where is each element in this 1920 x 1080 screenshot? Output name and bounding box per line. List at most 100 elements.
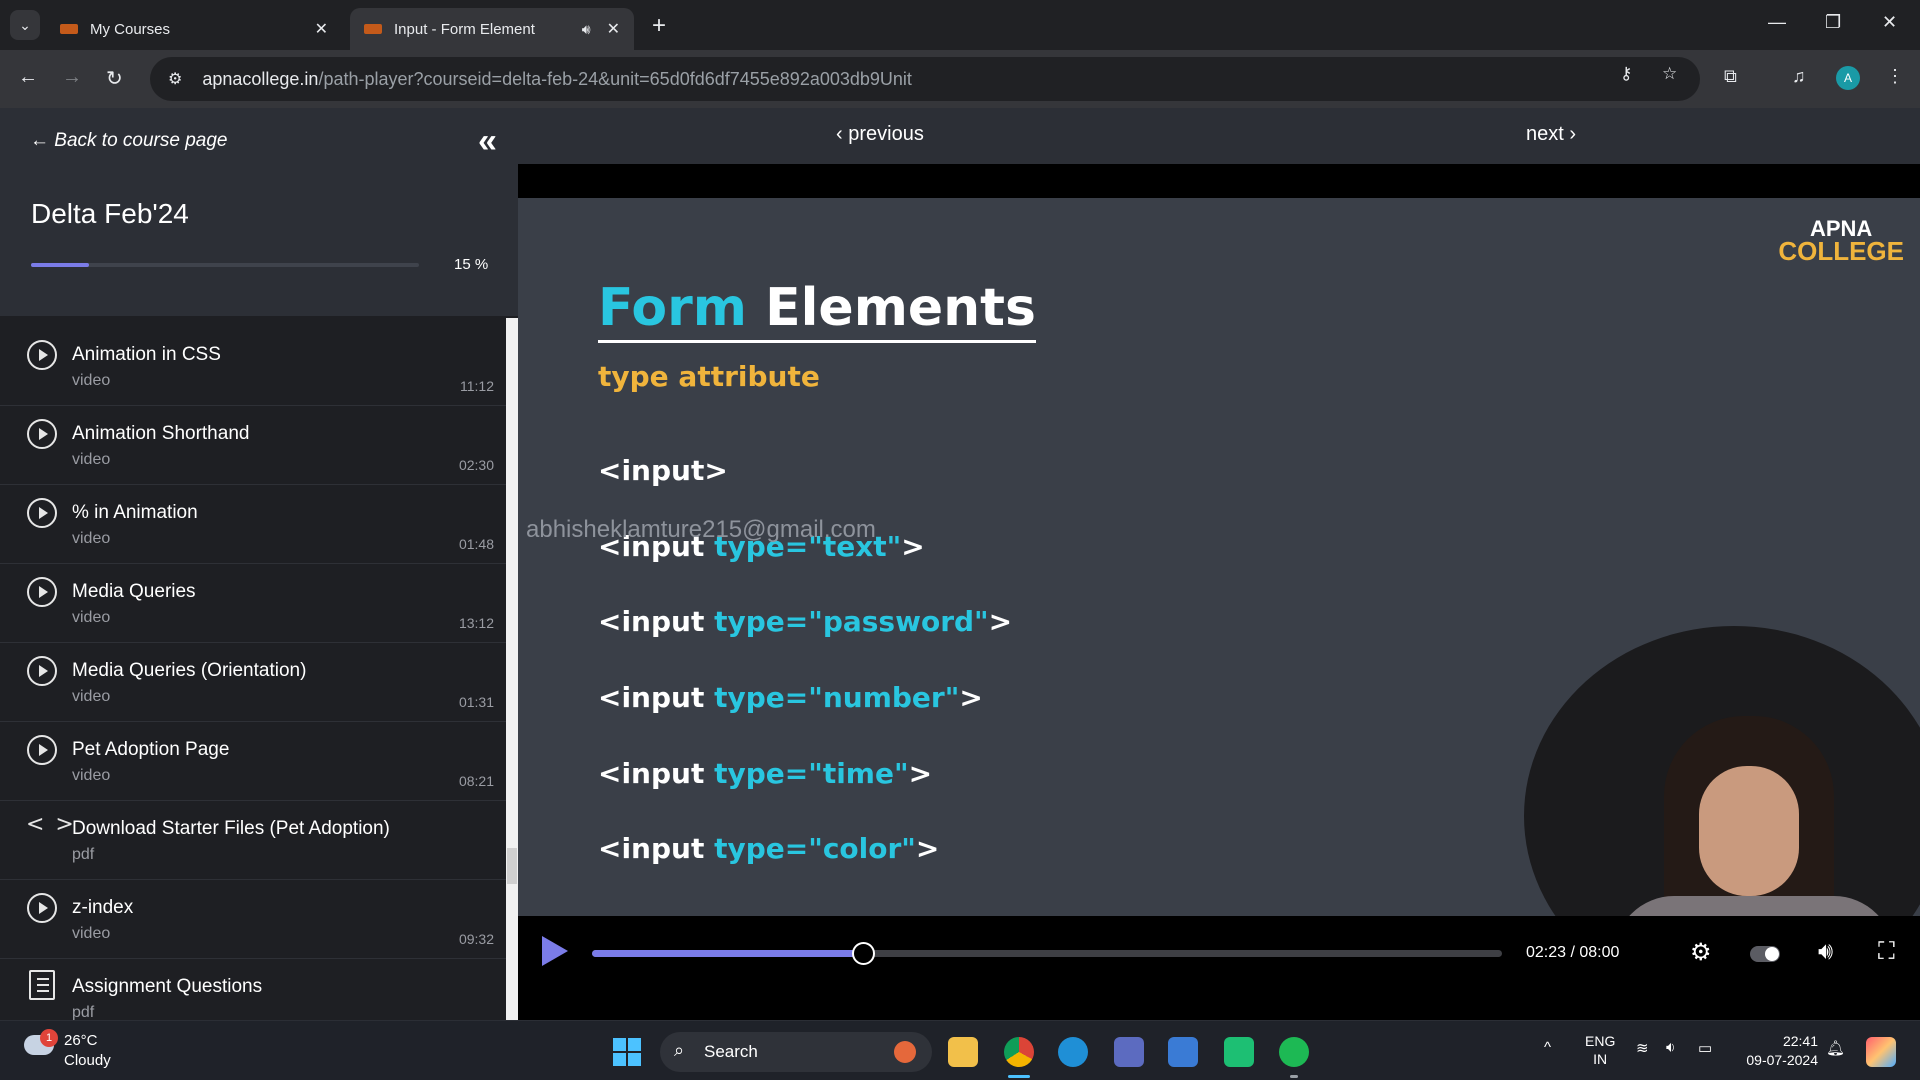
code-tag: <input	[598, 681, 715, 714]
reload-icon[interactable]: ↻	[106, 66, 123, 91]
battery-icon[interactable]: ▭	[1698, 1039, 1712, 1057]
lesson-item[interactable]: Media Queries video 13:12	[0, 565, 506, 643]
tab-input-form-element[interactable]: Input - Form Element 🔊︎ ✕	[350, 8, 634, 50]
seek-bar-played	[592, 950, 864, 957]
weather-temperature[interactable]: 26°C	[64, 1032, 98, 1049]
next-label: next	[1526, 123, 1564, 145]
seek-handle[interactable]	[852, 942, 876, 965]
previous-label: previous	[848, 123, 924, 145]
fullscreen-icon[interactable]: ⛶	[1878, 938, 1895, 966]
close-tab-icon[interactable]: ✕	[607, 19, 620, 39]
weather-condition[interactable]: Cloudy	[64, 1052, 111, 1069]
slide-title-word1: Form	[598, 278, 747, 338]
lesson-item[interactable]: Assignment Questions pdf	[0, 960, 506, 1020]
app-cube-icon[interactable]	[1114, 1037, 1144, 1067]
profile-avatar[interactable]: A	[1836, 66, 1860, 90]
lesson-type: video	[72, 767, 111, 784]
lesson-item[interactable]: Animation Shorthand video 02:30	[0, 407, 506, 485]
lesson-item[interactable]: % in Animation video 01:48	[0, 486, 506, 564]
browser-menu-icon[interactable]: ⋮	[1886, 66, 1904, 87]
language-indicator[interactable]: ENG IN	[1585, 1032, 1615, 1068]
screen: ⌄ My Courses ✕ Input - Form Element 🔊︎ ✕…	[0, 0, 1920, 1080]
video-frame[interactable]: APNA COLLEGE Form Elements type attribut…	[518, 198, 1920, 916]
lesson-name: Animation in CSS	[72, 344, 221, 365]
volume-icon[interactable]: 🔊︎	[1818, 938, 1833, 966]
restore-icon[interactable]: ❐	[1825, 12, 1841, 33]
new-tab-button[interactable]: +	[652, 12, 666, 40]
edge-icon[interactable]	[1058, 1037, 1088, 1067]
course-progress-bar	[31, 263, 419, 267]
lesson-type: pdf	[72, 1004, 95, 1020]
play-circle-icon	[27, 893, 57, 923]
lesson-item[interactable]: z-index video 09:32	[0, 881, 506, 959]
copilot-icon[interactable]	[1866, 1037, 1896, 1067]
audio-playing-icon[interactable]: 🔊︎	[582, 21, 591, 38]
play-icon[interactable]	[542, 936, 568, 966]
weather-badge: 1	[40, 1029, 58, 1047]
search-icon: ⌕	[674, 1040, 685, 1060]
h-app-icon[interactable]	[1224, 1037, 1254, 1067]
forward-arrow-icon[interactable]: →	[62, 66, 82, 89]
lesson-type: video	[72, 372, 111, 389]
windows-start-icon[interactable]	[613, 1038, 641, 1066]
media-controls-icon[interactable]: ♫	[1792, 66, 1806, 87]
lesson-name: z-index	[72, 897, 134, 918]
site-favicon-icon	[364, 24, 382, 34]
lesson-type: pdf	[72, 846, 95, 863]
file-explorer-icon[interactable]	[948, 1037, 978, 1067]
next-button[interactable]: next ›	[1526, 123, 1576, 146]
chrome-icon[interactable]	[1004, 1037, 1034, 1067]
translate-app-icon[interactable]	[1168, 1037, 1198, 1067]
extensions-icon[interactable]: ⧉	[1724, 66, 1737, 87]
lesson-type: video	[72, 530, 111, 547]
address-bar[interactable]: ⚙︎ apnacollege.in/path-player?courseid=d…	[150, 57, 1700, 101]
site-info-icon[interactable]: ⚙︎	[168, 69, 182, 89]
close-tab-icon[interactable]: ✕	[315, 19, 328, 39]
bookmark-star-icon[interactable]: ☆	[1662, 64, 1677, 84]
back-arrow-icon[interactable]: ←	[18, 66, 38, 89]
sidebar-scrollbar[interactable]	[506, 318, 518, 1020]
lesson-type: video	[72, 925, 111, 942]
scrollbar-thumb[interactable]	[507, 848, 517, 884]
code-close: >	[988, 605, 1013, 638]
show-hidden-icons-icon[interactable]: ^	[1544, 1039, 1551, 1056]
settings-gear-icon[interactable]: ⚙︎	[1690, 938, 1712, 967]
seek-bar[interactable]	[592, 942, 1502, 965]
tab-search-button[interactable]: ⌄	[10, 10, 40, 40]
lesson-item[interactable]: Pet Adoption Page video 08:21	[0, 723, 506, 801]
url-path: /path-player?courseid=delta-feb-24&unit=…	[318, 68, 912, 89]
lesson-item[interactable]: Media Queries (Orientation) video 01:31	[0, 644, 506, 722]
back-to-course-link[interactable]: ← Back to course page	[30, 130, 228, 152]
autoplay-toggle[interactable]	[1750, 946, 1780, 962]
site-favicon-icon	[60, 24, 78, 34]
code-close: >	[901, 530, 925, 563]
lesson-item[interactable]: < > Download Starter Files (Pet Adoption)…	[0, 802, 506, 880]
play-circle-icon	[27, 577, 57, 607]
previous-button[interactable]: ‹ previous	[836, 123, 924, 146]
browser-tab-bar: ⌄ My Courses ✕ Input - Form Element 🔊︎ ✕…	[0, 0, 1920, 50]
lesson-type: video	[72, 688, 111, 705]
assignment-icon	[29, 970, 55, 1000]
player-bottom-bar	[518, 988, 1920, 1020]
system-clock[interactable]: 22:41 09-07-2024	[1738, 1032, 1818, 1070]
lesson-item[interactable]: Animation in CSS video 11:12	[0, 328, 506, 406]
spotify-icon[interactable]	[1279, 1037, 1309, 1067]
notification-bell-icon[interactable]: 🔔︎	[1826, 1039, 1845, 1057]
tab-title: Input - Form Element	[394, 20, 535, 38]
password-key-icon[interactable]: ⚷	[1620, 64, 1632, 84]
lesson-type: video	[72, 609, 111, 626]
code-line: <input type="password">	[598, 605, 1012, 638]
code-attr: type="password"	[714, 605, 989, 638]
wifi-icon[interactable]: ≋	[1636, 1039, 1649, 1057]
taskbar-search[interactable]: ⌕ Search	[660, 1032, 932, 1072]
lesson-name: Download Starter Files (Pet Adoption)	[72, 818, 390, 839]
email-watermark: abhisheklamture215@gmail.com	[526, 516, 876, 543]
lesson-content: ‹ previous next › APNA COLLEGE Form Elem…	[518, 108, 1920, 1020]
collapse-sidebar-icon[interactable]: «	[478, 122, 497, 161]
lesson-list: Animation in CSS video 11:12 Animation Shor…	[0, 316, 506, 1020]
close-window-icon[interactable]: ✕	[1882, 12, 1897, 33]
search-label: Search	[704, 1042, 758, 1061]
speaker-icon[interactable]: 🔉︎	[1666, 1039, 1675, 1056]
tab-my-courses[interactable]: My Courses ✕	[46, 8, 342, 50]
minimize-icon[interactable]: —	[1768, 12, 1786, 33]
